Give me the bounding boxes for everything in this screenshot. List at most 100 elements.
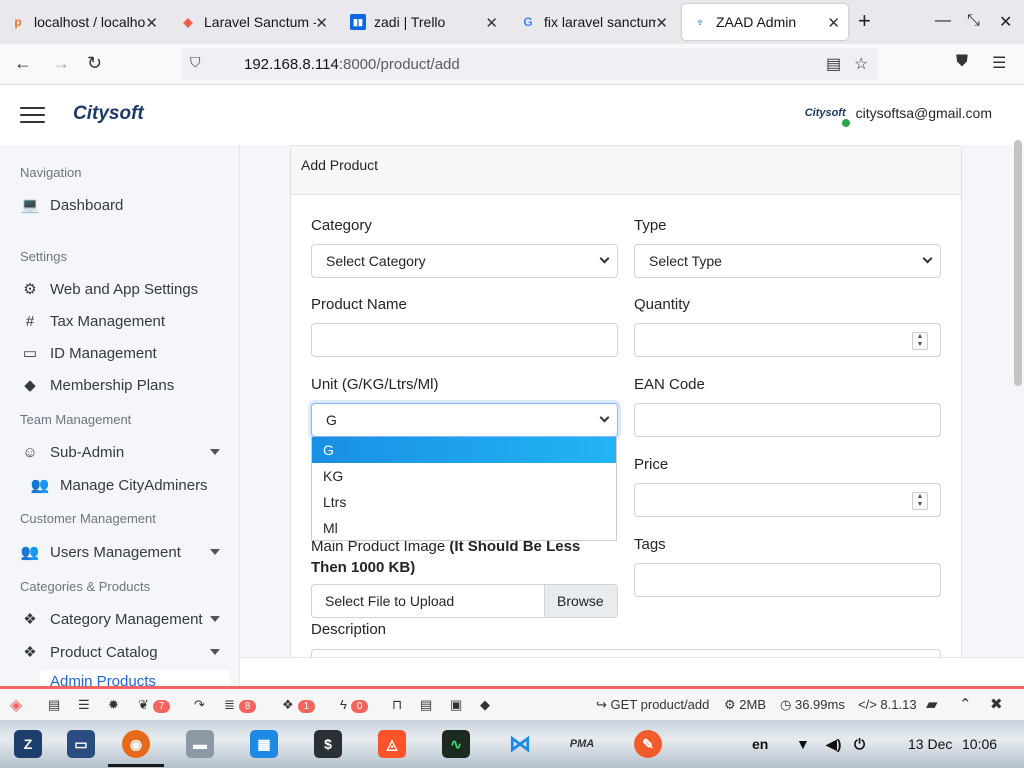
dropdown-option[interactable]: Ltrs (312, 489, 616, 515)
url-bar[interactable]: ⛉ 192.168.8.114:8000/product/add ▤ ☆ (182, 48, 878, 80)
back-icon[interactable]: ← (14, 53, 32, 74)
route-icon[interactable]: ↷ (194, 697, 205, 713)
route-info[interactable]: ↪ GET product/add (596, 697, 709, 713)
cubes-icon: ❖ (282, 697, 294, 712)
close-icon[interactable]: ✕ (485, 14, 498, 32)
brave-icon[interactable]: ◬ (378, 730, 406, 758)
browse-button[interactable]: Browse (544, 585, 617, 617)
unit-select[interactable]: G (311, 403, 618, 437)
views-tab[interactable]: ❦ 7 (138, 697, 171, 713)
trello-icon: ▮▮ (350, 14, 366, 30)
system-monitor-icon[interactable]: ∿ (442, 730, 470, 758)
type-select-value: Select Type (649, 253, 722, 269)
close-icon[interactable]: ✕ (827, 14, 840, 32)
hamburger-menu-icon[interactable] (20, 107, 45, 123)
messages-icon[interactable]: ▤ (48, 697, 60, 713)
menu-icon[interactable]: ☰ (992, 53, 1006, 73)
browser-tab-active[interactable]: ♆ ZAAD Admin ✕ (682, 4, 848, 40)
browser-tab[interactable]: p localhost / localhost ✕ (0, 4, 166, 40)
sidebar-item-dashboard[interactable]: 💻 Dashboard (20, 193, 224, 217)
keyboard-layout[interactable]: en (752, 736, 768, 752)
php-version: </> 8.1.13 (858, 697, 917, 712)
firefox-icon[interactable]: ◉ (122, 730, 150, 758)
phpmyadmin-icon[interactable]: PMA (568, 730, 596, 758)
terminal-icon[interactable]: $ (314, 730, 342, 758)
time-info[interactable]: ◷ 36.99ms (780, 697, 845, 713)
vscode-icon[interactable]: ⋈ (506, 730, 534, 758)
reader-view-icon[interactable]: ▤ (826, 54, 841, 74)
dropdown-option[interactable]: G (312, 437, 616, 463)
browser-tab[interactable]: G fix laravel sanctum ✕ (510, 4, 676, 40)
clock-date[interactable]: 13 Dec (908, 736, 952, 752)
new-tab-icon[interactable]: + (858, 10, 871, 32)
price-input[interactable]: ▲ ▼ (634, 483, 941, 517)
tags-input[interactable] (634, 563, 941, 597)
price-label: Price (634, 456, 669, 473)
brand-logo[interactable]: Citysoft (73, 103, 144, 125)
category-select[interactable]: Select Category (311, 244, 618, 278)
sidebar-item-web-settings[interactable]: ⚙ Web and App Settings (20, 277, 224, 301)
debugbar-close-icon[interactable]: ✖ (990, 695, 1003, 713)
number-spinner-icon[interactable]: ▲ ▼ (912, 492, 928, 510)
url-text[interactable]: 192.168.8.114:8000/product/add (244, 56, 460, 73)
image-file-input[interactable]: Select File to Upload Browse (311, 584, 618, 618)
archive-icon[interactable]: ▣ (450, 697, 462, 713)
tab-title: ZAAD Admin (716, 14, 797, 30)
bookmark-star-icon[interactable]: ☆ (854, 54, 868, 74)
session-icon[interactable]: ▤ (420, 697, 432, 713)
exceptions-icon[interactable]: ✹ (108, 697, 119, 713)
inbox-icon[interactable]: ⊓ (392, 697, 402, 713)
timeline-icon[interactable]: ☰ (78, 697, 90, 713)
caret-down-icon (210, 449, 220, 455)
sidebar-item-users[interactable]: 👥 Users Management (20, 540, 224, 564)
queries-tab[interactable]: ≣ 8 (224, 697, 257, 713)
dropdown-option[interactable]: KG (312, 463, 616, 489)
users-icon: 👥 (20, 544, 40, 561)
power-icon[interactable]: ⏻ (854, 736, 865, 753)
user-icon: ☺ (22, 443, 38, 461)
sidebar-item-membership[interactable]: ◆ Membership Plans (20, 373, 224, 397)
url-host: 192.168.8.114 (244, 56, 339, 73)
app-menu-icon[interactable]: Z (14, 730, 42, 758)
wifi-icon[interactable]: ▼ (796, 736, 810, 752)
events-tab[interactable]: ϟ0 (340, 697, 369, 713)
sidebar-item-manage-cityadminers[interactable]: 👥 Manage CityAdminers (30, 473, 234, 497)
software-store-icon[interactable]: ▦ (250, 730, 278, 758)
postman-icon[interactable]: ✎ (634, 730, 662, 758)
clock-time[interactable]: 10:06 (962, 736, 997, 752)
number-spinner-icon[interactable]: ▲ ▼ (912, 332, 928, 350)
user-menu[interactable]: Citysoft citysoftsa@gmail.com (805, 105, 992, 127)
forward-icon[interactable]: → (52, 53, 70, 74)
product-name-input[interactable] (311, 323, 618, 357)
page-scrollbar[interactable] (1014, 140, 1022, 386)
sidebar-item-category-management[interactable]: ❖ Category Management (20, 607, 224, 631)
sidebar-item-sub-admin[interactable]: ☺ Sub-Admin (20, 440, 224, 464)
browser-tab[interactable]: ▮▮ zadi | Trello ✕ (340, 4, 506, 40)
pocket-icon[interactable]: ⛊ (956, 53, 968, 71)
tags-icon[interactable]: ◆ (480, 697, 490, 713)
type-select[interactable]: Select Type (634, 244, 941, 278)
close-icon[interactable]: ✕ (655, 14, 668, 32)
sidebar-item-id[interactable]: ▭ ID Management (20, 341, 224, 365)
browser-tab[interactable]: ◈ Laravel Sanctum - ✕ (170, 4, 336, 40)
ean-code-input[interactable] (634, 403, 941, 437)
folder-open-icon[interactable]: ▰ (926, 695, 938, 713)
sidebar-item-product-catalog[interactable]: ❖ Product Catalog (20, 640, 224, 664)
minimize-icon[interactable]: — (935, 12, 951, 30)
chevron-up-icon[interactable]: ⌃ (959, 695, 972, 713)
laravel-icon[interactable]: ◈ (10, 695, 22, 715)
window-close-icon[interactable]: ✕ (999, 12, 1012, 32)
dropdown-option[interactable]: Ml (312, 515, 616, 541)
close-icon[interactable]: ✕ (145, 14, 158, 32)
close-icon[interactable]: ✕ (315, 14, 328, 32)
quantity-input[interactable]: ▲ ▼ (634, 323, 941, 357)
sidebar-item-tax[interactable]: # Tax Management (20, 309, 224, 333)
show-desktop-icon[interactable]: ▭ (67, 730, 95, 758)
models-tab[interactable]: ❖ 1 (282, 697, 316, 713)
restore-icon[interactable]: ⤡ (967, 12, 980, 30)
volume-icon[interactable]: ◀) (826, 736, 841, 753)
unit-dropdown-list: G KG Ltrs Ml (311, 437, 617, 541)
reload-icon[interactable]: ↻ (87, 53, 102, 74)
files-icon[interactable]: ▬ (186, 730, 214, 758)
tab-title: fix laravel sanctum (544, 14, 656, 30)
